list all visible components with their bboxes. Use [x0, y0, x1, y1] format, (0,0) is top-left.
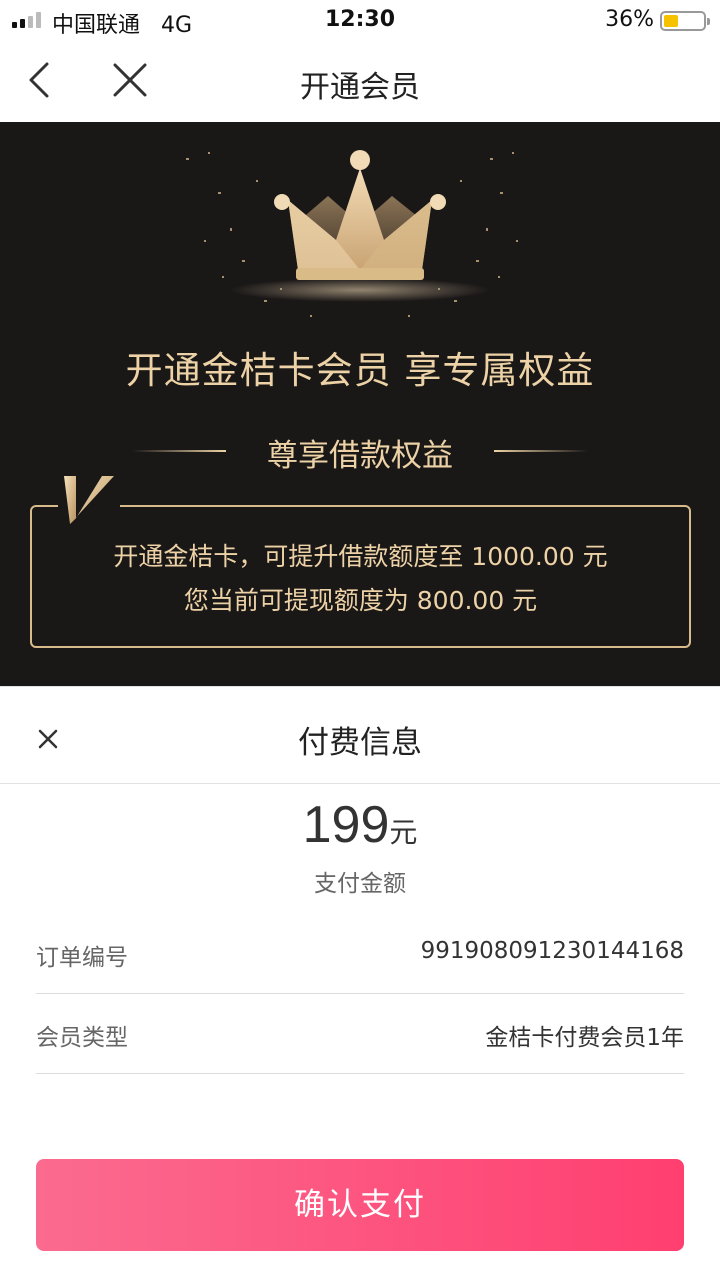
- divider-line: [494, 450, 588, 452]
- payment-amount: 199元: [0, 795, 720, 855]
- battery-icon: [660, 11, 710, 31]
- benefit-limit-text: 开通金桔卡，可提升借款额度至 1000.00 元: [113, 542, 608, 571]
- banner-headline: 开通金桔卡会员 享专属权益: [125, 349, 595, 392]
- current-limit-text: 您当前可提现额度为 800.00 元: [183, 586, 538, 615]
- amount-label: 支付金额: [314, 871, 406, 897]
- page-title: 开通会员: [300, 70, 420, 105]
- v-badge-icon: [58, 476, 120, 524]
- battery-percent: 36%: [605, 7, 654, 32]
- order-number-value: 991908091230144168: [420, 938, 684, 964]
- nav-bar: 开通会员: [0, 40, 720, 122]
- status-bar: 中国联通 4G 12:30 36%: [0, 0, 720, 40]
- amount-unit: 元: [389, 816, 418, 849]
- amount-value: 199: [302, 796, 390, 854]
- membership-banner: 开通金桔卡会员 享专属权益 尊享借款权益 开通金桔卡，可提升借款额度至 1000…: [0, 122, 720, 686]
- order-number-label: 订单编号: [36, 945, 128, 971]
- payment-sheet-header: 付费信息: [0, 686, 720, 784]
- payment-sheet-title: 付费信息: [298, 725, 422, 761]
- membership-type-row: 会员类型 金桔卡付费会员1年: [36, 994, 684, 1074]
- order-number-row: 订单编号 991908091230144168: [36, 914, 684, 994]
- crown-icon: [186, 150, 518, 317]
- membership-type-value: 金桔卡付费会员1年: [485, 1025, 684, 1051]
- benefit-subheading: 尊享借款权益: [267, 438, 453, 474]
- membership-type-label: 会员类型: [36, 1025, 128, 1051]
- benefit-card: 开通金桔卡，可提升借款额度至 1000.00 元 您当前可提现额度为 800.0…: [30, 505, 691, 648]
- confirm-payment-button[interactable]: 确认支付: [36, 1159, 684, 1251]
- battery-level: [664, 15, 678, 27]
- benefit-subheading-row: 尊享借款权益: [0, 426, 720, 476]
